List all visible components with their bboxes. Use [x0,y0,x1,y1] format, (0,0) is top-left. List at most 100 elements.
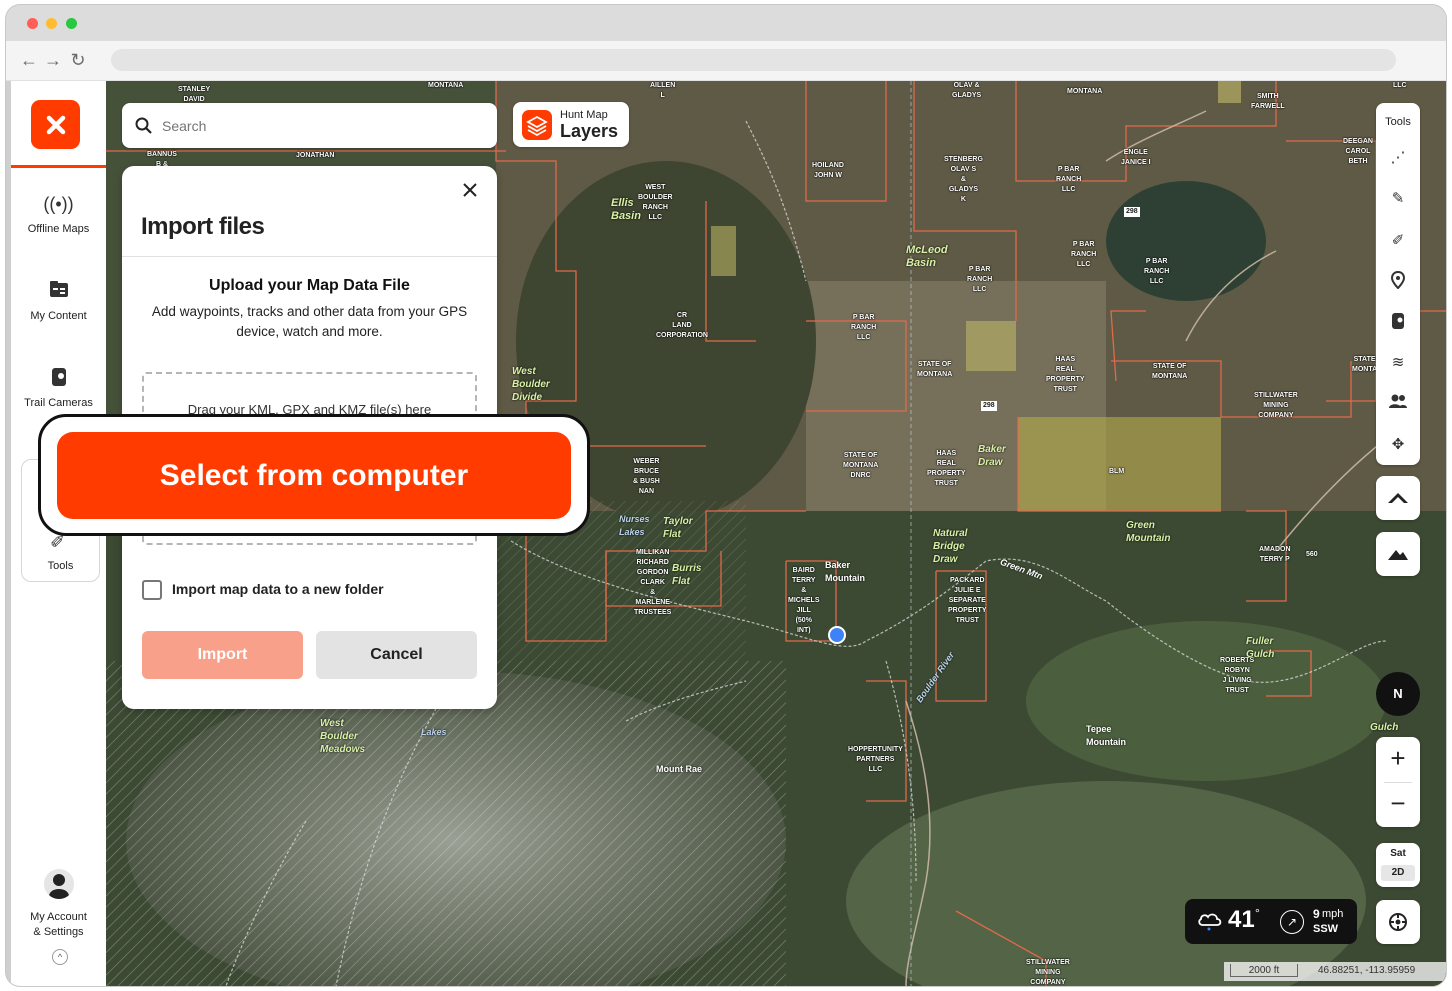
wind-speed: 9 [1313,907,1320,921]
address-bar: ← → ↻ [6,41,1446,81]
map-label: LLC [1393,82,1407,89]
dialog-divider [122,256,497,257]
map-label: JONATHAN [296,152,335,159]
map-label: PACKARD JULIE E SEPARATE PROPERTY TRUST [948,577,987,624]
map-label: STATE OF MONTANA [917,361,953,378]
waypoint-pin-icon[interactable] [1376,270,1420,293]
app-logo-close-icon[interactable] [31,100,80,149]
pencil-icon[interactable]: ✎ [1376,189,1420,207]
map-label: STATE MONTA [1352,356,1378,373]
route-icon[interactable]: ⋰ [1376,148,1420,166]
map-label: P BAR RANCH LLC [851,314,877,341]
satellite-icon[interactable]: ✥ [1376,435,1420,453]
wind-icon[interactable]: ≋ [1376,353,1420,371]
trail-camera-icon [11,367,106,389]
sidebar-item-trail-cameras[interactable]: Trail Cameras [11,367,106,409]
trail-camera-tool-icon[interactable] [1376,312,1420,334]
map-label: HAAS REAL PROPERTY TRUST [1046,356,1085,393]
map-label: P BAR RANCH LLC [1071,241,1097,268]
select-from-computer-button[interactable]: Select from computer [57,432,571,519]
route-shield: 298 [1124,207,1140,217]
place-label: Ellis Basin [611,197,641,222]
url-field[interactable] [111,49,1396,71]
view-mode-label: 2D [1381,865,1415,881]
temperature: 41 [1228,906,1255,933]
layers-icon [522,110,552,140]
cancel-button[interactable]: Cancel [316,631,477,679]
wind-direction: SSW [1313,923,1339,935]
close-icon[interactable] [460,180,480,200]
new-folder-checkbox[interactable] [142,580,162,600]
close-window-icon[interactable] [27,18,38,29]
compass-button[interactable]: N [1376,672,1420,716]
sidebar-item-offline-maps[interactable]: ((•)) Offline Maps [11,193,106,235]
zoom-out-button[interactable]: − [1376,788,1420,819]
map-label: WEBER BRUCE & BUSH NAN [633,458,660,495]
map-label: AMADON TERRY P [1259,546,1291,563]
place-label: Baker Draw [978,444,1006,468]
map-label: MONTANA [428,82,464,89]
zoom-in-button[interactable]: + [1376,743,1420,774]
place-label: Nurses Lakes [619,514,650,537]
account-settings-label[interactable]: My Account & Settings [11,910,106,940]
search-box[interactable] [122,103,497,148]
scale-bar: 2000 ft 46.88251, -113.95959 [1224,962,1446,981]
layers-small-label: Hunt Map [560,109,608,121]
compass-icon: N [1393,686,1403,701]
chevron-up-icon[interactable]: ^ [52,949,68,965]
layers-button[interactable]: Hunt Map Layers [513,102,629,147]
people-icon[interactable] [1376,393,1420,413]
current-location-dot[interactable] [828,626,846,644]
degree-symbol: ° [1255,906,1260,920]
forward-arrow-icon[interactable]: → [43,50,63,70]
map-label: STILLWATER MINING COMPANY [1254,392,1298,419]
maximize-window-icon[interactable] [66,18,77,29]
sidebar-tools-label: Tools [47,560,74,572]
new-folder-checkbox-label[interactable]: Import map data to a new folder [172,581,384,597]
mountain-icon [1388,550,1408,560]
sidebar-item-label: My Content [30,310,87,322]
draw-shape-icon[interactable]: ✐ [1376,231,1420,249]
map-label: BLM [1109,468,1125,475]
3d-terrain-icon [1388,493,1408,503]
minimize-window-icon[interactable] [46,18,57,29]
place-label: Mount Rae [656,764,702,774]
right-tools-panel: Tools ⋰ ✎ ✐ ≋ ✥ [1376,103,1420,465]
weather-widget[interactable]: 41 ° ↗ 9 mph SSW [1185,899,1357,944]
logo-underline [11,165,106,168]
avatar[interactable] [44,869,74,899]
sidebar-item-my-content[interactable]: My Content [11,280,106,322]
select-from-computer-callout: Select from computer [38,414,590,536]
title-bar [6,5,1446,41]
cloud-icon [1198,913,1222,931]
basemap-toggle[interactable]: Sat 2D [1376,843,1420,887]
map-label: OLAV & GLADYS [952,82,982,99]
map-label: AILLEN L [650,82,676,99]
place-label: Green Mountain [1126,520,1171,544]
upload-title: Upload your Map Data File [209,277,410,294]
back-arrow-icon[interactable]: ← [19,50,39,70]
browser-window: ← → ↻ STANLEY DAVID MONTANA AILLEN L OLA… [6,5,1446,986]
place-label: Burris Flat [672,563,702,587]
my-content-icon [11,280,106,302]
tools-label: Tools [1385,116,1411,128]
map-label: MONTANA [1067,88,1103,95]
place-label: Natural Bridge Draw [933,528,968,565]
wind-direction-icon: ↗ [1280,910,1304,934]
location-button[interactable] [1376,900,1420,944]
place-label: Taylor Flat [663,516,693,540]
zoom-controls: + − [1376,737,1420,827]
search-icon [135,117,152,134]
map-label: ROBERTS ROBYN J LIVING TRUST [1220,657,1255,694]
scale-distance: 2000 ft [1230,964,1298,977]
3d-terrain-button[interactable] [1376,476,1420,520]
search-input[interactable] [162,115,482,137]
map-label: ENGLE JANICE I [1121,149,1151,166]
place-label: Baker Mountain [825,560,865,583]
mountain-view-button[interactable] [1376,532,1420,576]
map-label: CR LAND CORPORATION [656,312,708,339]
map-label: STENBERG OLAV S & GLADYS K [944,156,983,203]
offline-maps-icon: ((•)) [43,194,74,214]
import-button[interactable]: Import [142,631,303,679]
reload-icon[interactable]: ↻ [68,50,88,70]
